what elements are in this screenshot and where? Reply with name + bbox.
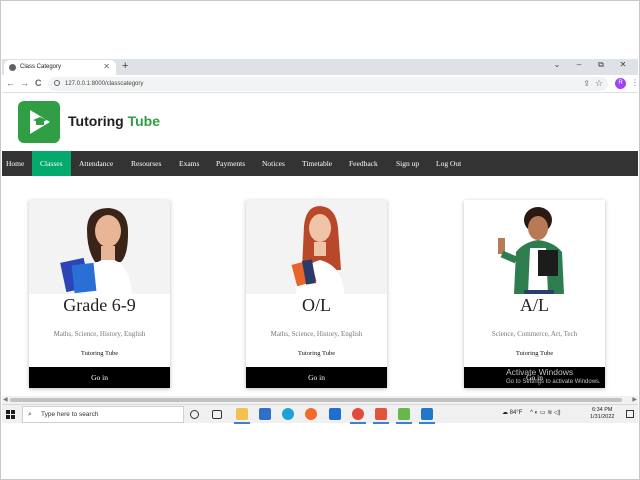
media-player-icon[interactable] bbox=[329, 408, 341, 420]
tray-chevron-icon[interactable]: ^ bbox=[530, 410, 533, 416]
go-in-button[interactable]: Go in bbox=[29, 367, 170, 388]
class-title: O/L bbox=[302, 295, 331, 315]
weather-temp[interactable]: 84°F bbox=[510, 410, 523, 416]
maximize-button[interactable]: ⧉ bbox=[590, 60, 612, 70]
watermark-subtitle: Go to Settings to activate Windows. bbox=[506, 379, 601, 385]
nav-notices[interactable]: Notices bbox=[258, 151, 289, 176]
site-logo[interactable] bbox=[18, 101, 60, 143]
nav-attendance[interactable]: Attendance bbox=[75, 151, 117, 176]
card-brand-text: Tutoring Tube bbox=[297, 350, 336, 357]
watermark-title: Activate Windows bbox=[506, 367, 574, 377]
screen-frame: Class Category ✕ + ⌄ – ⧉ ✕ ← → C 127.0.0.1:… bbox=[0, 0, 640, 480]
file-explorer-icon[interactable] bbox=[236, 408, 248, 420]
vscode-icon[interactable] bbox=[421, 408, 433, 420]
reload-button[interactable]: C bbox=[35, 78, 42, 88]
app-active-indicator-2 bbox=[396, 422, 412, 424]
new-tab-button[interactable]: + bbox=[122, 60, 128, 72]
class-subjects: Maths, Science, History, English bbox=[53, 330, 146, 338]
vscode-active-indicator bbox=[419, 422, 435, 424]
address-bar[interactable]: 127.0.0.1:8000/classcategory ⇪ ☆ bbox=[48, 77, 608, 91]
card-brand-text: Tutoring Tube bbox=[80, 350, 119, 357]
nav-home[interactable]: Home bbox=[2, 151, 28, 176]
system-tray: ☁ 84°F ^ ◐ ▭ ≋ ◁) bbox=[502, 409, 561, 416]
clock-time: 6:34 PM bbox=[591, 407, 613, 413]
windows-start-icon[interactable] bbox=[6, 410, 15, 419]
class-subjects: Maths, Science, History, English bbox=[270, 330, 363, 338]
class-title: A/L bbox=[520, 295, 549, 315]
class-card-al: A/L Science, Commerce, Art, Tech Tutorin… bbox=[464, 200, 605, 388]
card-brand-text: Tutoring Tube bbox=[515, 350, 554, 357]
chrome-active-indicator bbox=[350, 422, 366, 424]
class-title: Grade 6-9 bbox=[63, 295, 136, 315]
profile-avatar[interactable]: R bbox=[615, 78, 626, 89]
clock-date: 1/31/2022 bbox=[590, 414, 615, 420]
battery-icon[interactable]: ▭ bbox=[540, 410, 546, 416]
wifi-icon[interactable]: ≋ bbox=[547, 410, 552, 416]
taskbar-search-box[interactable]: ⌕ Type here to search bbox=[22, 406, 184, 423]
notifications-icon[interactable] bbox=[626, 410, 634, 418]
scroll-left-icon[interactable]: ◀ bbox=[3, 396, 8, 403]
file-explorer-active-indicator bbox=[234, 422, 250, 424]
nav-resourses[interactable]: Resourses bbox=[127, 151, 165, 176]
taskbar-search-placeholder: Type here to search bbox=[41, 411, 99, 418]
brand-name-part1: Tutoring bbox=[68, 113, 128, 129]
bookmark-star-icon[interactable]: ☆ bbox=[595, 78, 603, 89]
close-window-button[interactable]: ✕ bbox=[612, 60, 634, 69]
nav-payments[interactable]: Payments bbox=[212, 151, 249, 176]
scrollbar-thumb[interactable] bbox=[10, 398, 622, 402]
edge-icon[interactable] bbox=[282, 408, 294, 420]
go-in-button[interactable]: Go in bbox=[246, 367, 387, 388]
forward-button[interactable]: → bbox=[20, 78, 29, 88]
browser-tab[interactable]: Class Category ✕ bbox=[4, 60, 116, 75]
student-photo bbox=[246, 200, 387, 294]
back-button[interactable]: ← bbox=[6, 78, 15, 88]
browser-toolbar: ← → C 127.0.0.1:8000/classcategory ⇪ ☆ R… bbox=[2, 75, 639, 93]
weather-icon[interactable]: ☁ bbox=[502, 410, 508, 416]
task-view-icon[interactable] bbox=[212, 410, 222, 419]
site-brand-name: Tutoring Tube bbox=[68, 113, 160, 129]
app-icon-orange[interactable] bbox=[375, 408, 387, 420]
nav-sign-up[interactable]: Sign up bbox=[392, 151, 423, 176]
nav-exams[interactable]: Exams bbox=[175, 151, 203, 176]
taskbar-clock[interactable]: 6:34 PM 1/31/2022 bbox=[590, 407, 614, 421]
firefox-icon[interactable] bbox=[305, 408, 317, 420]
site-info-icon[interactable] bbox=[54, 80, 60, 86]
web-page: Tutoring Tube Home Classes Attendance Re… bbox=[2, 93, 638, 396]
chrome-icon[interactable] bbox=[352, 408, 364, 420]
url-text[interactable]: 127.0.0.1:8000/classcategory bbox=[65, 81, 143, 87]
class-card-ol: O/L Maths, Science, History, English Tut… bbox=[246, 200, 387, 388]
close-tab-icon[interactable]: ✕ bbox=[103, 62, 110, 71]
nav-feedback[interactable]: Feedback bbox=[345, 151, 382, 176]
nav-classes[interactable]: Classes bbox=[32, 151, 71, 176]
browser-menu-icon[interactable]: ⋮ bbox=[631, 78, 639, 87]
activate-windows-watermark: Activate Windows Go to Settings to activ… bbox=[506, 367, 601, 387]
window-controls: ⌄ – ⧉ ✕ bbox=[546, 60, 634, 70]
app-icon-green[interactable] bbox=[398, 408, 410, 420]
class-subjects: Science, Commerce, Art, Tech bbox=[491, 330, 578, 338]
cortana-icon[interactable] bbox=[190, 410, 199, 419]
student-photo bbox=[464, 200, 605, 294]
brand-name-part2: Tube bbox=[127, 113, 161, 129]
page-favicon-icon bbox=[9, 64, 16, 71]
network-icon[interactable]: ◐ bbox=[535, 410, 539, 416]
browser-tab-bar: Class Category ✕ + ⌄ – ⧉ ✕ bbox=[2, 59, 638, 75]
main-navbar: Home Classes Attendance Resourses Exams … bbox=[2, 151, 638, 176]
horizontal-scrollbar[interactable]: ◀ ▶ bbox=[2, 396, 638, 404]
nav-log-out[interactable]: Log Out bbox=[432, 151, 465, 176]
share-icon[interactable]: ⇪ bbox=[583, 79, 590, 88]
windows-taskbar: ⌕ Type here to search ☁ 84°F ^ ◐ ▭ ≋ ◁) … bbox=[2, 404, 638, 424]
nav-timetable[interactable]: Timetable bbox=[298, 151, 336, 176]
app-active-indicator bbox=[373, 422, 389, 424]
student-photo bbox=[29, 200, 170, 294]
minimize-button[interactable]: – bbox=[568, 60, 590, 69]
volume-icon[interactable]: ◁) bbox=[554, 410, 561, 416]
class-card-grade-6-9: Grade 6-9 Maths, Science, History, Engli… bbox=[29, 200, 170, 388]
search-icon: ⌕ bbox=[28, 411, 32, 418]
tab-title: Class Category bbox=[20, 64, 62, 70]
scroll-right-icon[interactable]: ▶ bbox=[632, 396, 637, 403]
tab-search-icon[interactable]: ⌄ bbox=[546, 60, 568, 69]
mail-icon[interactable] bbox=[259, 408, 271, 420]
play-cap-logo-icon bbox=[30, 110, 50, 134]
